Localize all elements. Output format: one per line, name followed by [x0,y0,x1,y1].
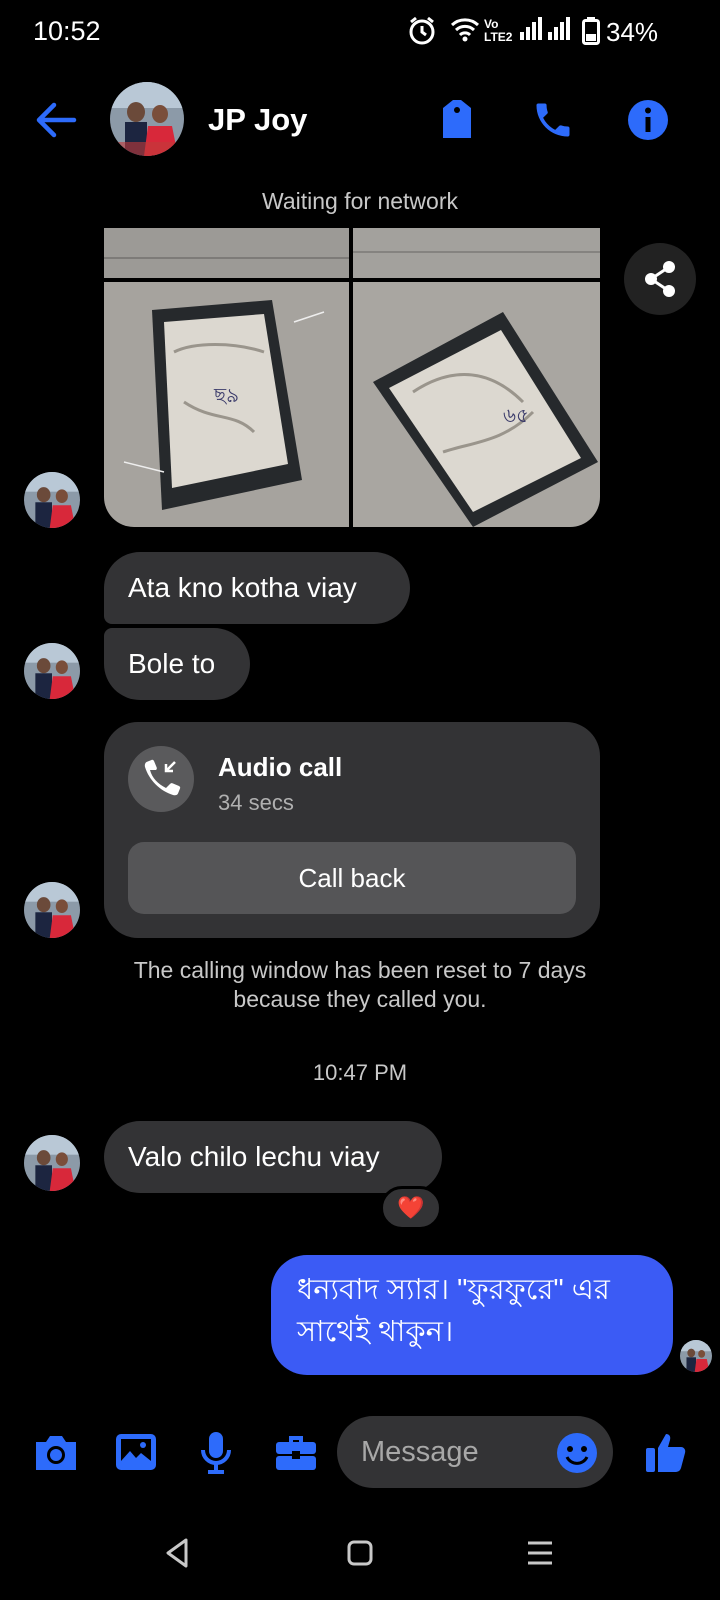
back-arrow-icon[interactable] [34,100,78,140]
svg-text:ছ৯: ছ৯ [213,383,239,407]
thumbs-up-icon[interactable] [643,1428,691,1476]
contact-name[interactable]: JP Joy [208,102,307,138]
nav-home-icon[interactable] [342,1535,378,1571]
alarm-icon [408,16,436,51]
incoming-call-icon [128,746,194,812]
call-duration: 34 secs [218,790,294,815]
message-bubble[interactable]: Ata kno kotha viay [104,552,410,624]
status-bar: 10:52 Vo LTE2 34% [0,0,720,66]
wifi-icon [450,16,480,47]
message-timestamp: 10:47 PM [312,1060,408,1085]
status-time: 10:52 [33,16,101,46]
call-back-button[interactable]: Call back [128,842,576,914]
signal-icon [518,16,574,47]
call-title: Audio call [218,752,343,782]
photo-crate-2[interactable]: ৬৫ [353,282,600,527]
seen-indicator-avatar [680,1340,712,1372]
sender-avatar[interactable] [24,882,80,938]
svg-text:৬৫: ৬৫ [503,403,529,427]
microphone-icon[interactable] [192,1428,240,1476]
battery-percent: 34% [606,17,659,47]
message-text: Bole to [128,648,216,679]
outgoing-message-bubble[interactable]: ধন্যবাদ স্যার। "ফুরফুরে" এর সাথেই থাকুন। [271,1255,673,1375]
heart-reaction[interactable]: ❤️ [380,1186,442,1230]
phone-call-icon[interactable] [531,98,575,142]
photo-top-left[interactable] [104,228,349,278]
message-bubble[interactable]: Valo chilo lechu viay [104,1121,442,1193]
gallery-icon[interactable] [112,1428,160,1476]
message-bubble[interactable]: Bole to [104,628,250,700]
tag-icon[interactable] [435,98,479,142]
emoji-icon[interactable] [556,1432,598,1474]
battery-icon [582,17,600,50]
volte-label: Vo LTE2 [484,17,513,44]
info-icon[interactable] [626,98,670,142]
outgoing-message-text: ধন্যবাদ স্যার। "ফুরফুরে" এর সাথেই থাকুন। [297,1274,610,1348]
sender-avatar[interactable] [24,1135,80,1191]
briefcase-icon[interactable] [272,1428,320,1476]
calling-window-notice: The calling window has been reset to 7 d… [133,957,587,1012]
photo-top-right[interactable] [353,228,600,278]
nav-back-icon[interactable] [160,1535,196,1571]
sender-avatar[interactable] [24,472,80,528]
share-button[interactable] [624,243,696,315]
photo-crate-1[interactable]: ছ৯ [104,282,349,527]
chat-header: JP Joy [0,76,720,166]
contact-avatar[interactable] [110,82,184,156]
sender-avatar[interactable] [24,643,80,699]
network-status: Waiting for network [262,188,458,214]
nav-menu-icon[interactable] [522,1535,558,1571]
audio-call-card: Audio call 34 secs Call back [104,722,600,938]
camera-icon[interactable] [32,1428,80,1476]
message-text: Ata kno kotha viay [128,572,357,603]
message-text: Valo chilo lechu viay [128,1141,380,1172]
